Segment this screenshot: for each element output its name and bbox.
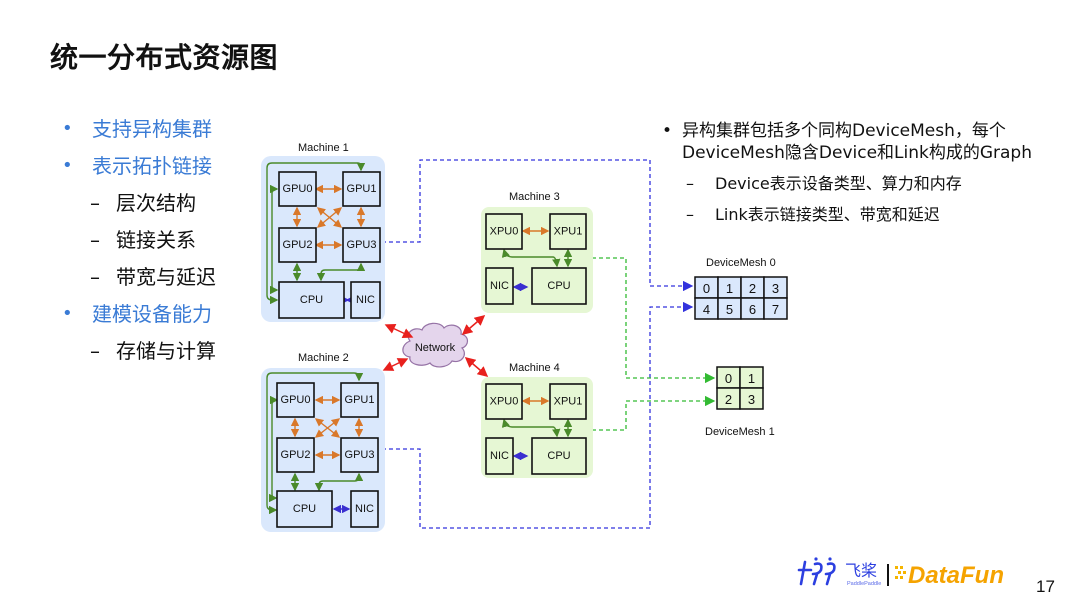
m1-gpu0: GPU0 [283, 183, 313, 195]
m3-nic: NIC [490, 280, 509, 292]
machine4-to-mesh1-link [592, 395, 716, 431]
mesh-0-device-id: 3 [772, 281, 779, 296]
resource-graph-diagram: Machine 1 GPU0 GPU1 GPU2 GPU3 CPU NIC Ma… [261, 142, 788, 532]
mesh-0-device-id: 7 [772, 302, 779, 317]
m2-gpu1: GPU1 [345, 394, 375, 406]
machine-2-label: Machine 2 [298, 352, 349, 364]
mesh-1-device-id: 3 [748, 392, 755, 407]
machine1-network-link [384, 324, 414, 338]
network-cloud: Network [402, 322, 469, 368]
m1-gpu3: GPU3 [347, 239, 377, 251]
page-number: 17 [1036, 577, 1055, 596]
mesh-1-device-id: 0 [725, 371, 732, 386]
machine-3-label: Machine 3 [509, 191, 560, 203]
machine4-network-link [464, 357, 489, 377]
machine-4: Machine 4 XPU0 XPU1 NIC CPU [481, 362, 593, 478]
m1-gpu2: GPU2 [283, 239, 313, 251]
machine-4-label: Machine 4 [509, 362, 560, 374]
m3-xpu1: XPU1 [554, 226, 583, 238]
logo-divider [887, 564, 889, 586]
m4-xpu0: XPU0 [490, 396, 519, 408]
m4-nic: NIC [490, 450, 509, 462]
m2-cpu: CPU [293, 503, 316, 515]
datafun-text: DataFun [908, 562, 1004, 589]
m1-gpu1: GPU1 [347, 183, 377, 195]
device-mesh-0-label: DeviceMesh 0 [706, 257, 776, 269]
machine2-network-link [382, 358, 409, 371]
machine-3: Machine 3 XPU0 XPU1 NIC CPU [481, 191, 593, 313]
mesh-0-device-id: 4 [703, 302, 710, 317]
mesh-0-device-id: 0 [703, 281, 710, 296]
m2-gpu0: GPU0 [281, 394, 311, 406]
device-mesh-0: DeviceMesh 0 0 1 2 3 4 5 6 7 [694, 257, 788, 320]
m2-gpu3: GPU3 [345, 449, 375, 461]
mesh-1-device-id: 2 [725, 392, 732, 407]
device-mesh-1: DeviceMesh 1 0 1 2 3 [705, 366, 775, 438]
footer-logos: 飞桨 PaddlePaddle DataFun [797, 557, 1004, 589]
mesh-1-device-id: 1 [748, 371, 755, 386]
machine3-network-link [461, 315, 486, 335]
m4-cpu: CPU [547, 450, 570, 462]
m1-cpu: CPU [300, 294, 323, 306]
paddle-en-text: PaddlePaddle [847, 581, 881, 587]
device-mesh-1-label: DeviceMesh 1 [705, 426, 775, 438]
m3-xpu0: XPU0 [490, 226, 519, 238]
m4-xpu1: XPU1 [554, 396, 583, 408]
paddle-cn-text: 飞桨 [845, 561, 877, 580]
machine-1-label: Machine 1 [298, 142, 349, 154]
mesh-0-device-id: 1 [726, 281, 733, 296]
device-mesh-1-grid: 0 1 2 3 [716, 366, 764, 410]
m1-nic: NIC [356, 294, 375, 306]
mesh-0-device-id: 6 [749, 302, 756, 317]
machine-1: Machine 1 GPU0 GPU1 GPU2 GPU3 CPU NIC [261, 142, 385, 322]
m2-gpu2: GPU2 [281, 449, 311, 461]
mesh-0-device-id: 2 [749, 281, 756, 296]
m2-nic: NIC [355, 503, 374, 515]
mesh-0-device-id: 5 [726, 302, 733, 317]
m3-cpu: CPU [547, 280, 570, 292]
device-mesh-0-grid: 0 1 2 3 4 5 6 7 [694, 276, 788, 320]
datafun-dots-icon [895, 566, 906, 579]
machine-2: Machine 2 GPU0 GPU1 GPU2 GPU3 CPU NIC [261, 352, 385, 532]
paddlepaddle-logo-icon [797, 557, 836, 586]
network-label: Network [415, 342, 456, 354]
